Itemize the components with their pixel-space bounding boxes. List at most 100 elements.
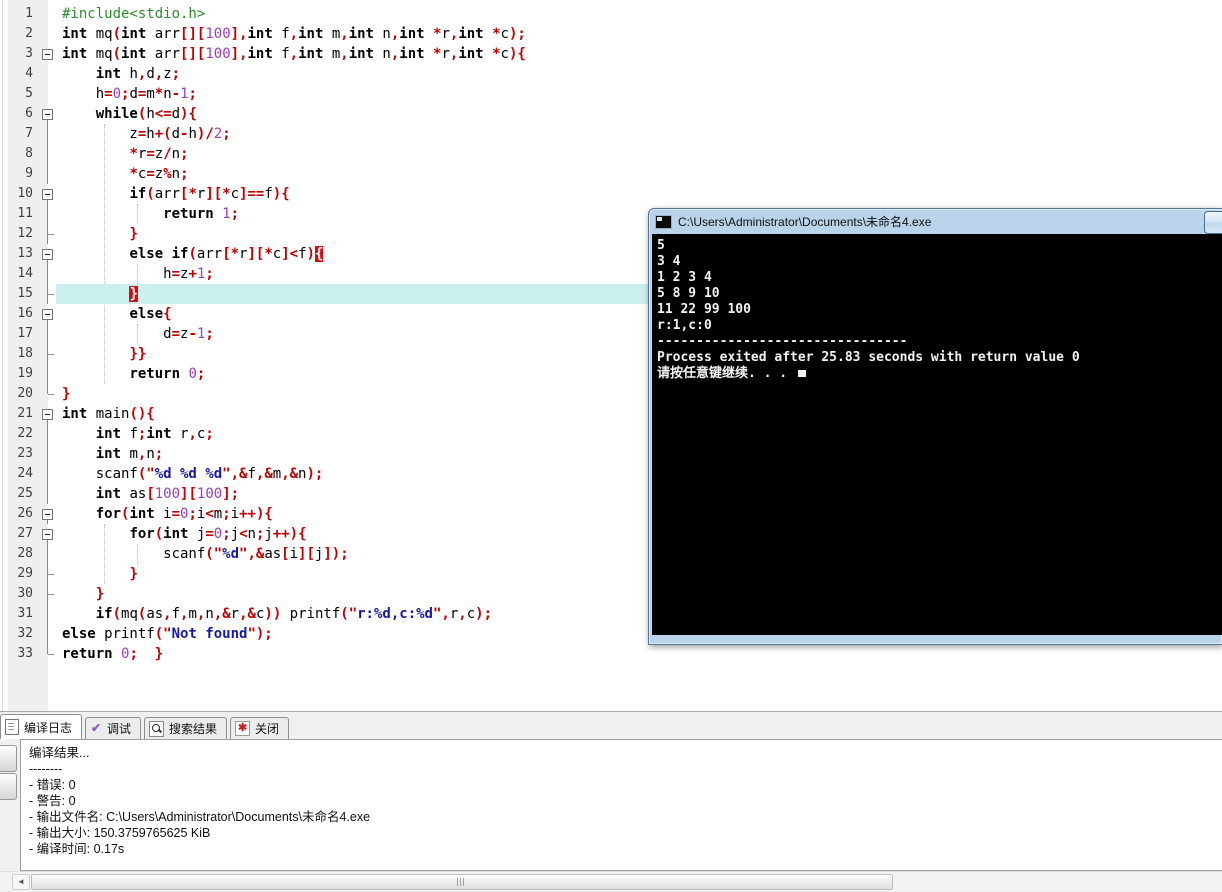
panel-side-button-bottom[interactable]: [0, 773, 17, 800]
code-line[interactable]: 7 z=h+(d-h)/2;: [0, 124, 1222, 144]
code-text: }: [129, 566, 138, 582]
line-number[interactable]: 15: [0, 284, 40, 304]
code-text: if(mq(as,f,m,n,&r,&c)) printf("r:%d,c:%d…: [95, 606, 493, 622]
fold-marker: [40, 364, 56, 384]
console-line: 5: [657, 238, 665, 253]
tab-label: 搜索结果: [169, 722, 218, 736]
line-number[interactable]: 3: [0, 44, 40, 64]
console-client-area[interactable]: 53 41 2 3 45 8 9 10 11 22 99 100 r:1,c:0 --…: [652, 234, 1222, 635]
console-titlebar[interactable]: C:\Users\Administrator\Documents\未命名4.ex…: [655, 212, 1192, 231]
fold-marker: [40, 564, 56, 584]
code-line[interactable]: 5 h=0;d=m*n-1;: [0, 84, 1222, 104]
line-number[interactable]: 4: [0, 64, 40, 84]
fold-toggle-icon[interactable]: [40, 44, 56, 64]
tab-close[interactable]: ✱ 关闭: [230, 717, 290, 739]
code-text: int m,n;: [95, 446, 164, 462]
code-text: d=z-1;: [62, 326, 214, 342]
line-number[interactable]: 13: [0, 244, 40, 264]
code-text: return 0;: [129, 366, 206, 382]
minimize-button[interactable]: [1204, 211, 1222, 234]
line-number[interactable]: 32: [0, 624, 40, 644]
line-number[interactable]: 28: [0, 544, 40, 564]
line-number[interactable]: 20: [0, 384, 40, 404]
horizontal-scrollbar[interactable]: ◄: [0, 871, 1222, 891]
line-number[interactable]: 31: [0, 604, 40, 624]
fold-toggle-icon[interactable]: [40, 184, 56, 204]
line-number[interactable]: 30: [0, 584, 40, 604]
code-line[interactable]: 8 *r=z/n;: [0, 144, 1222, 164]
scrollbar-thumb[interactable]: [31, 874, 893, 890]
line-number[interactable]: 25: [0, 484, 40, 504]
fold-marker: [40, 344, 56, 364]
scrollbar-left-arrow[interactable]: ◄: [12, 874, 30, 890]
line-number[interactable]: 33: [0, 644, 40, 664]
tab-debug[interactable]: ✔ 调试: [85, 717, 142, 739]
compile-log-area[interactable]: 编译结果... -------- - 错误: 0 - 警告: 0 - 输出文件名: C:…: [20, 739, 1222, 871]
fold-toggle-icon[interactable]: [40, 104, 56, 124]
console-cursor: [797, 370, 806, 377]
code-text: int as[100][100];: [95, 486, 240, 502]
line-number[interactable]: 18: [0, 344, 40, 364]
console-app-icon: [655, 214, 672, 229]
line-number[interactable]: 23: [0, 444, 40, 464]
fold-toggle-icon[interactable]: [40, 244, 56, 264]
console-line: Process exited after 25.83 seconds with …: [657, 350, 1080, 365]
line-number[interactable]: 2: [0, 24, 40, 44]
line-number[interactable]: 24: [0, 464, 40, 484]
line-number[interactable]: 29: [0, 564, 40, 584]
line-number[interactable]: 27: [0, 524, 40, 544]
code-text: }}: [129, 346, 147, 362]
line-number[interactable]: 11: [0, 204, 40, 224]
tab-label: 调试: [107, 722, 132, 736]
bottom-tab-bar[interactable]: 编译日志 ✔ 调试 搜索结果 ✱ 关闭: [0, 714, 290, 739]
line-number[interactable]: 12: [0, 224, 40, 244]
code-text: *r=z/n;: [129, 146, 189, 162]
line-number[interactable]: 21: [0, 404, 40, 424]
icon-search: [149, 720, 165, 737]
fold-marker: [40, 224, 56, 244]
code-line[interactable]: 1 #include<stdio.h>: [0, 4, 1222, 24]
fold-toggle-icon[interactable]: [40, 524, 56, 544]
line-number[interactable]: 17: [0, 324, 40, 344]
code-text: }: [95, 586, 105, 602]
fold-toggle-icon[interactable]: [40, 504, 56, 524]
console-line: 5 8 9 10: [657, 286, 720, 301]
code-text: int f;int r,c;: [95, 426, 214, 442]
code-text: }: [62, 386, 71, 402]
line-number[interactable]: 19: [0, 364, 40, 384]
code-text: for(int i=0;i<m;i++){: [95, 506, 273, 522]
code-line[interactable]: 6 while(h<=d){: [0, 104, 1222, 124]
line-number[interactable]: 10: [0, 184, 40, 204]
fold-marker: [40, 4, 56, 24]
line-number[interactable]: 5: [0, 84, 40, 104]
code-line[interactable]: 10 if(arr[*r][*c]==f){: [0, 184, 1222, 204]
fold-marker: [40, 164, 56, 184]
line-number[interactable]: 8: [0, 144, 40, 164]
code-line[interactable]: 33 return 0; }: [0, 644, 1222, 664]
line-number[interactable]: 7: [0, 124, 40, 144]
code-text: h=z+1;: [62, 266, 214, 282]
line-number[interactable]: 6: [0, 104, 40, 124]
code-line[interactable]: 9 *c=z%n;: [0, 164, 1222, 184]
line-number[interactable]: 1: [0, 4, 40, 24]
fold-toggle-icon[interactable]: [40, 404, 56, 424]
line-number[interactable]: 9: [0, 164, 40, 184]
code-line[interactable]: 2 int mq(int arr[][100],int f,int m,int n…: [0, 24, 1222, 44]
code-text: if(arr[*r][*c]==f){: [129, 186, 290, 202]
line-number[interactable]: 26: [0, 504, 40, 524]
line-number[interactable]: 16: [0, 304, 40, 324]
console-line: 1 2 3 4: [657, 270, 712, 285]
tab-search-results[interactable]: 搜索结果: [144, 717, 228, 739]
panel-side-button-top[interactable]: [0, 745, 17, 772]
console-line: 11 22 99 100: [657, 302, 751, 317]
console-window[interactable]: C:\Users\Administrator\Documents\未命名4.ex…: [648, 208, 1222, 645]
code-line[interactable]: 4 int h,d,z;: [0, 64, 1222, 84]
tab-compile-log[interactable]: 编译日志: [0, 714, 83, 739]
code-text: scanf("%d",&as[i][j]);: [62, 546, 349, 562]
line-number[interactable]: 14: [0, 264, 40, 284]
fold-marker: [40, 604, 56, 624]
code-line[interactable]: 3 int mq(int arr[][100],int f,int m,int n…: [0, 44, 1222, 64]
log-line: - 输出大小: 150.3759765625 KiB: [29, 826, 211, 840]
fold-toggle-icon[interactable]: [40, 304, 56, 324]
line-number[interactable]: 22: [0, 424, 40, 444]
